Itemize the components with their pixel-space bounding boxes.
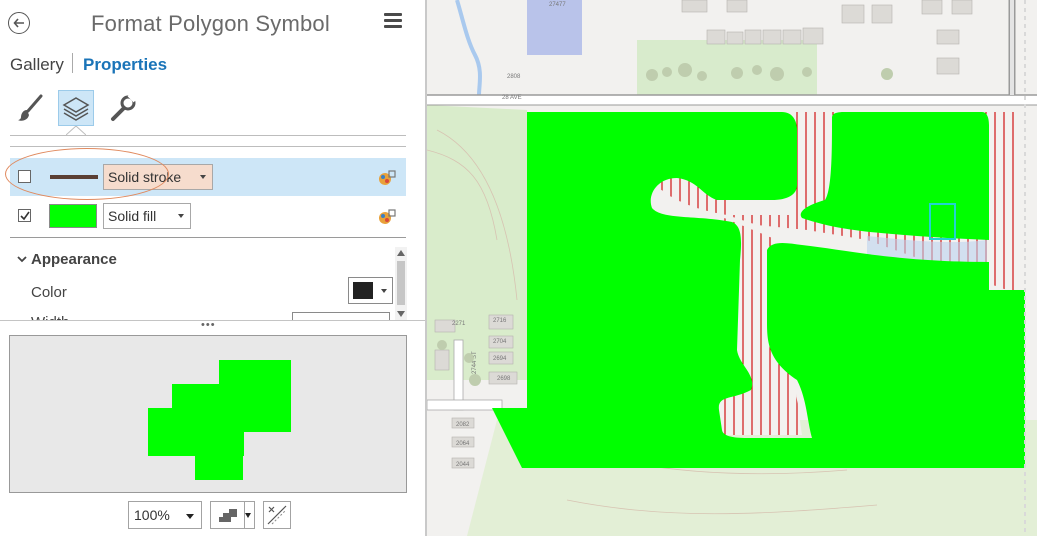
tab-gallery[interactable]: Gallery: [10, 55, 64, 75]
address-label: 2064: [456, 441, 470, 447]
address-label: 2694: [493, 356, 507, 362]
back-button[interactable]: [8, 12, 30, 34]
address-label: 2704: [493, 339, 507, 345]
stroke-swatch: [50, 175, 98, 179]
polygon-shape-icon: [219, 509, 237, 522]
no-scale-icon: [267, 505, 287, 525]
color-label: Color: [31, 284, 67, 301]
scale-toggle-button[interactable]: [263, 501, 291, 529]
street-label: 2744 ST: [472, 351, 478, 374]
divider: [10, 135, 406, 136]
preview-zoom-dropdown[interactable]: 100%: [128, 501, 202, 529]
pane-splitter[interactable]: •••: [0, 320, 425, 331]
layer-row-solid-fill[interactable]: Solid fill: [10, 197, 406, 235]
color-lock-icon[interactable]: [377, 168, 397, 186]
address-label: 2044: [456, 462, 470, 468]
back-arrow-icon: [13, 18, 24, 28]
address-label: 2808: [507, 74, 521, 80]
symbol-layers-icon[interactable]: [58, 90, 94, 126]
address-label: 2082: [456, 422, 470, 428]
format-polygon-symbol-pane: Format Polygon Symbol Gallery Properties…: [0, 0, 425, 536]
symbol-preview: [9, 335, 407, 493]
appearance-section-header[interactable]: Appearance: [31, 251, 117, 268]
zoom-value: 100%: [134, 507, 170, 523]
color-picker-button[interactable]: [348, 277, 393, 304]
chevron-down-icon[interactable]: [17, 256, 27, 264]
symbol-brush-icon[interactable]: [12, 90, 48, 126]
structure-wrench-icon[interactable]: [104, 90, 140, 126]
properties-scrollbar[interactable]: [395, 247, 407, 320]
layer-row-solid-stroke[interactable]: Solid stroke: [10, 158, 406, 196]
divider: [10, 146, 406, 147]
fill-swatch: [49, 204, 97, 228]
color-lock-icon[interactable]: [377, 207, 397, 225]
preview-shape-dropdown[interactable]: [210, 501, 255, 529]
address-label: 27477: [549, 2, 566, 8]
layer-type-label: Solid fill: [108, 208, 157, 224]
pane-title: Format Polygon Symbol: [91, 11, 330, 36]
width-input-cut[interactable]: [292, 312, 390, 320]
map-view[interactable]: 28 AVE 2744 ST 27477 2808 2271 2716 2704…: [427, 0, 1037, 536]
map-canvas[interactable]: 28 AVE 2744 ST 27477 2808 2271 2716 2704…: [427, 0, 1037, 536]
layer-type-dropdown[interactable]: Solid fill: [103, 203, 191, 229]
tab-separator: [72, 53, 73, 73]
layer-type-dropdown[interactable]: Solid stroke: [103, 164, 213, 190]
check-icon: [20, 211, 30, 221]
divider: [10, 237, 406, 238]
tab-properties[interactable]: Properties: [83, 55, 167, 75]
layer-visibility-checkbox[interactable]: [18, 209, 31, 222]
address-label: 2271: [452, 321, 466, 327]
pane-menu-icon[interactable]: [384, 13, 402, 29]
layer-visibility-checkbox[interactable]: [18, 170, 31, 183]
road-label: 28 AVE: [502, 95, 522, 101]
address-label: 2698: [497, 376, 511, 382]
address-label: 2716: [493, 318, 507, 324]
layer-type-label: Solid stroke: [108, 169, 182, 185]
